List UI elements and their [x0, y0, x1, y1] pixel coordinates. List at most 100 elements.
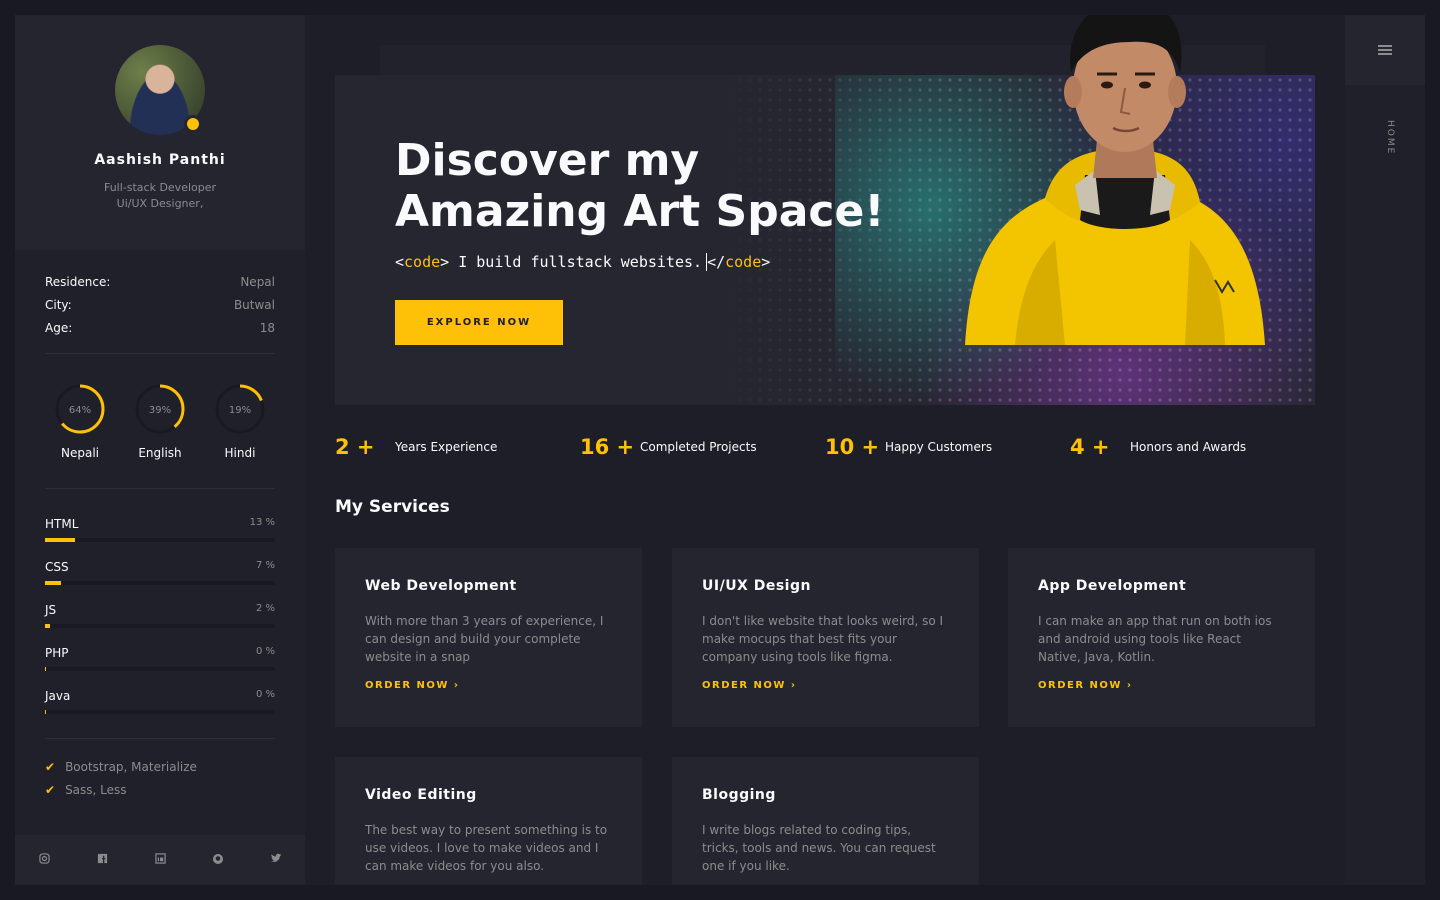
code-tag: code [725, 253, 762, 271]
stat-years-experience: 2 + Years Experience [335, 435, 580, 459]
service-card-app-development: App Development I can make an app that r… [1008, 548, 1315, 727]
skill-java: Java 0 % [45, 689, 275, 714]
order-now-link[interactable]: ORDER NOW › [702, 680, 949, 691]
skill-name: PHP [45, 646, 69, 660]
code-text: > I build fullstack websites. [440, 253, 703, 271]
extra-skill-label: Sass, Less [65, 782, 127, 797]
stat-label: Honors and Awards [1130, 440, 1247, 454]
service-card-web-development: Web Development With more than 3 years o… [335, 548, 642, 727]
info-value: 18 [259, 320, 275, 335]
code-bracket: < [395, 253, 405, 271]
twitter-icon[interactable] [266, 853, 286, 867]
skill-name: HTML [45, 517, 79, 531]
ring-percent: 39% [149, 405, 171, 416]
order-now-link[interactable]: ORDER NOW › [1038, 680, 1285, 691]
services-section-title: My Services [335, 497, 450, 517]
stat-number: 10 + [825, 435, 880, 459]
service-description: With more than 3 years of experience, I … [365, 614, 604, 664]
language-name: English [138, 446, 182, 460]
language-name: Nepali [61, 446, 99, 460]
current-page-label: HOME [1385, 120, 1395, 156]
extra-skill-item: ✔ Sass, Less [45, 778, 275, 801]
order-now-link[interactable]: ORDER NOW › [365, 680, 612, 691]
info-row-city: City: Butwal [45, 293, 275, 316]
stat-happy-customers: 10 + Happy Customers [825, 435, 1070, 459]
online-status-dot [184, 115, 202, 133]
skill-percent: 0 % [255, 646, 275, 657]
role-line-1: Full-stack Developer [103, 181, 217, 194]
service-title: Blogging [702, 787, 776, 803]
language-meters: 64% Nepali 39% English 19% Hindi [15, 354, 305, 488]
skill-bars: HTML 13 % CSS 7 % JS 2 % PHP 0 % Java 0 % [15, 489, 305, 738]
stat-number: 4 + [1070, 435, 1110, 459]
stat-label: Happy Customers [885, 440, 993, 454]
service-description: I write blogs related to coding tips, tr… [702, 823, 936, 873]
service-card-uiux-design: UI/UX Design I don't like website that l… [672, 548, 979, 727]
extra-skill-item: ✔ Bootstrap, Materialize [45, 755, 275, 778]
github-icon[interactable] [208, 853, 228, 868]
language-name: Hindi [224, 446, 256, 460]
personal-info: Residence: Nepal City: Butwal Age: 18 [15, 250, 305, 339]
language-nepali: 64% Nepali [45, 382, 115, 460]
skill-bar-fill [45, 710, 47, 714]
skill-percent: 0 % [255, 689, 275, 700]
hero-person-illustration [965, 15, 1265, 345]
explore-now-button[interactable]: EXPLORE NOW [395, 300, 563, 345]
skill-name: JS [45, 603, 57, 617]
skill-bar-track [45, 538, 275, 542]
service-description: I can make an app that run on both ios a… [1038, 614, 1272, 664]
skill-name: Java [45, 689, 71, 703]
stat-label: Years Experience [395, 440, 498, 454]
profile-name: Aashish Panthi [94, 152, 226, 168]
service-title: App Development [1038, 578, 1187, 594]
skill-bar-track [45, 667, 275, 671]
skill-name: CSS [45, 560, 69, 574]
avatar [115, 45, 205, 135]
sidebar: Aashish Panthi Full-stack Developer Ui/U… [15, 15, 305, 885]
service-description: The best way to present something is to … [365, 823, 608, 873]
skill-bar-fill [45, 667, 47, 671]
skill-percent: 2 % [255, 603, 275, 614]
skill-bar-fill [45, 581, 62, 585]
skill-html: HTML 13 % [45, 517, 275, 542]
skill-bar-track [45, 581, 275, 585]
right-rail: HOME [1345, 15, 1425, 885]
code-tag: code [404, 253, 441, 271]
info-key: Residence: [45, 274, 111, 289]
info-key: City: [45, 297, 72, 312]
menu-button[interactable] [1345, 15, 1425, 85]
service-card-blogging: Blogging I write blogs related to coding… [672, 757, 979, 885]
service-title: Web Development [365, 578, 517, 594]
info-row-age: Age: 18 [45, 316, 275, 339]
progress-ring: 19% [215, 384, 265, 434]
language-english: 39% English [125, 382, 195, 460]
instagram-icon[interactable] [34, 853, 54, 867]
stat-completed-projects: 16 + Completed Projects [580, 435, 825, 459]
role-line-2: Ui/UX Designer, [116, 197, 204, 210]
skill-bar-fill [45, 624, 50, 628]
code-bracket: </ [707, 253, 726, 271]
profile-role: Full-stack Developer Ui/UX Designer, [104, 180, 216, 212]
service-title: Video Editing [365, 787, 477, 803]
stats-row: 2 + Years Experience 16 + Completed Projec… [335, 435, 1315, 459]
main-content: Discover my Amazing Art Space! <code> I … [305, 15, 1345, 885]
progress-ring: 39% [135, 384, 185, 434]
language-hindi: 19% Hindi [205, 382, 275, 460]
skill-php: PHP 0 % [45, 646, 275, 671]
extra-skill-label: Bootstrap, Materialize [65, 759, 197, 774]
skill-bar-track [45, 710, 275, 714]
stat-number: 16 + [580, 435, 635, 459]
social-links [15, 835, 305, 885]
check-icon: ✔ [45, 782, 56, 797]
skill-js: JS 2 % [45, 603, 275, 628]
ring-percent: 64% [69, 405, 91, 416]
skill-css: CSS 7 % [45, 560, 275, 585]
service-card-video-editing: Video Editing The best way to present so… [335, 757, 642, 885]
extra-skills: ✔ Bootstrap, Materialize ✔ Sass, Less [15, 739, 305, 801]
skill-bar-fill [45, 538, 75, 542]
info-value: Nepal [240, 274, 275, 289]
code-bracket: > [761, 253, 771, 271]
hamburger-icon [1378, 43, 1392, 57]
linkedin-icon[interactable] [150, 853, 170, 867]
facebook-icon[interactable] [92, 853, 112, 867]
